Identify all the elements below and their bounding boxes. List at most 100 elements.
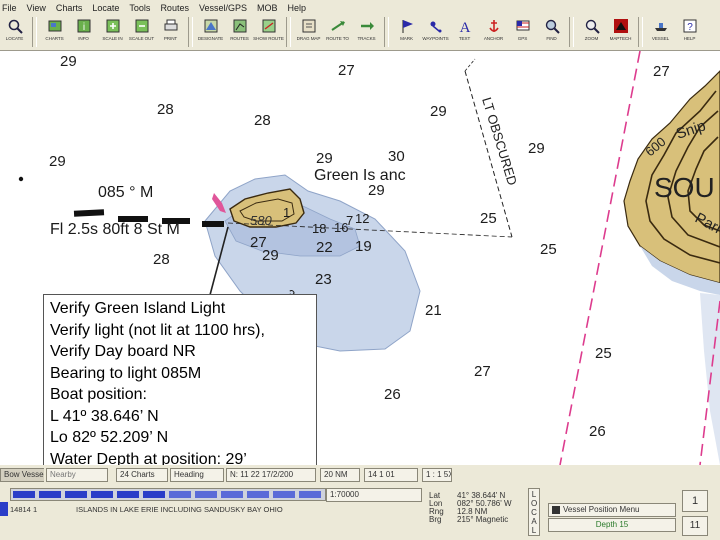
gps-flag-icon [516, 20, 529, 31]
depth-readout: Depth 15 [548, 518, 676, 532]
print-icon [164, 19, 177, 31]
menu-bar: File View Charts Locate Tools Routes Vessel/GP… [0, 0, 720, 17]
progress-segment [117, 491, 139, 498]
vessel-menu-label: Vessel Position Menu [563, 505, 640, 514]
help-icon: ? [683, 19, 696, 33]
scale-in-button[interactable]: SCALE IN [98, 16, 127, 48]
local-mode-indicator: LOCAL [528, 488, 540, 536]
toolbar-label: DRAG MAP [296, 36, 321, 41]
print-button[interactable]: PRINT [156, 16, 185, 48]
menu-item-tools[interactable]: Tools [124, 3, 155, 13]
tracks-button[interactable]: TRACKS [352, 16, 381, 48]
brg-label: Brg [429, 515, 442, 524]
brg-value: 215° Magnetic [457, 515, 509, 524]
toolbar-label: INFO [78, 36, 89, 41]
chart-scale: 1:70000 [326, 488, 422, 502]
heading-dropdown[interactable]: Heading [170, 467, 224, 482]
toolbar-label: HELP [683, 36, 696, 41]
find-button[interactable]: FIND [537, 16, 566, 48]
route-to-button[interactable]: ROUTE TO [323, 16, 352, 48]
sounding-label: 25 [595, 345, 612, 362]
toolbar-label: WAYPOINTS [422, 36, 449, 41]
menu-item-mob[interactable]: MOB [252, 3, 283, 13]
side-button-1[interactable]: 1 [682, 490, 708, 512]
toolbar-separator [32, 17, 37, 47]
scale-out-button[interactable]: SCALE OUT [127, 16, 156, 48]
toolbar-label: ROUTE TO [326, 36, 349, 41]
callout-line: Bearing to light 085M [50, 364, 202, 382]
help-button[interactable]: ? HELP [675, 16, 704, 48]
drag-map-button[interactable]: DRAG MAP [294, 16, 323, 48]
toolbar-separator [638, 17, 643, 47]
side-strip [0, 502, 8, 516]
sounding-label: 26 [589, 423, 606, 440]
sounding-label: 29 [368, 182, 385, 199]
menu-item-file[interactable]: File [0, 3, 22, 13]
info-icon: i [77, 19, 90, 33]
vessel-button[interactable]: VESSEL [646, 16, 675, 48]
show-route-button[interactable]: SHOW ROUTE [253, 16, 284, 48]
zoom-button[interactable]: ZOOM [577, 16, 606, 48]
locate-button[interactable]: LOCATE [0, 16, 29, 48]
gps-button[interactable]: GPS [508, 16, 537, 48]
anchor-button[interactable]: ANCHOR [479, 16, 508, 48]
zoom-icon [585, 19, 600, 34]
sounding-label: 23 [315, 271, 332, 288]
sounding-label: 29 [528, 140, 545, 157]
waypoints-button[interactable]: WAYPOINTS [421, 16, 450, 48]
text-button[interactable]: A TEXT [450, 16, 479, 48]
chart-name: ISLANDS IN LAKE ERIE INCLUDING SANDUSKY … [76, 505, 283, 514]
sounding-label: 28 [254, 112, 271, 129]
charts-icon [48, 20, 61, 32]
routes-button[interactable]: ROUTES [225, 16, 254, 48]
menu-item-help[interactable]: Help [283, 3, 312, 13]
toolbar-label: MARK [400, 36, 413, 41]
svg-text:?: ? [687, 22, 693, 33]
mark-button[interactable]: MARK [392, 16, 421, 48]
sounding-label: 26 [384, 386, 401, 403]
toolbar-separator [384, 17, 389, 47]
menu-item-routes[interactable]: Routes [155, 3, 194, 13]
maptech-button[interactable]: MAPTECH [606, 16, 635, 48]
annotation-callout: Verify Green Island Light Verify light (n… [43, 294, 317, 475]
menu-item-charts[interactable]: Charts [51, 3, 88, 13]
sounding-label: 29 [316, 150, 333, 167]
sounding-label: 27 [250, 234, 267, 251]
callout-line: Verify Green Island Light [50, 300, 226, 317]
sounding-label: 22 [316, 239, 333, 256]
info-button[interactable]: i INFO [69, 16, 98, 48]
sounding-label: 21 [425, 302, 442, 319]
vessel-icon [654, 23, 667, 31]
callout-line: Boat position: [50, 386, 147, 403]
range-14-button[interactable]: 14 1 01 [364, 467, 418, 482]
light-characteristic-label: Fl 2.5s 80ft 8 St M [50, 221, 180, 238]
toolbar-label: ZOOM [584, 36, 599, 41]
side-button-2[interactable]: 11 [682, 516, 708, 536]
toolbar-label: DESIGNATE [197, 36, 224, 41]
callout-line: L 41º 38.646’ N [50, 407, 159, 425]
drag-map-icon [302, 19, 315, 33]
toolbar-label: TRACKS [357, 36, 376, 41]
text-icon: A [459, 20, 470, 34]
charts-dropdown[interactable]: 24 Charts [116, 467, 168, 482]
progress-segment [13, 491, 35, 498]
range-20nm-button[interactable]: 20 NM [320, 467, 360, 482]
menu-item-vessel-gps[interactable]: Vessel/GPS [194, 3, 252, 13]
range-15x-button[interactable]: 1 : 1 5X [422, 467, 452, 482]
tab-bow-vessel[interactable]: Bow Vessel [0, 467, 44, 482]
menu-item-locate[interactable]: Locate [87, 3, 124, 13]
toolbar-separator [569, 17, 574, 47]
charts-button[interactable]: CHARTS [40, 16, 69, 48]
svg-text:i: i [82, 22, 84, 33]
vessel-menu-icon [552, 506, 560, 514]
zoom-in-icon [106, 19, 119, 33]
designate-button[interactable]: DESIGNATE [196, 16, 225, 48]
obscured-arc-top [464, 58, 476, 72]
progress-segment [39, 491, 61, 498]
toolbar-label: ROUTES [230, 36, 249, 41]
vessel-position-menu[interactable]: Vessel Position Menu [548, 503, 676, 517]
sounding-label: 29 [60, 53, 77, 70]
toolbar: LOCATE CHARTS i INFO SCALE IN SCALE OUT PRINT D… [0, 16, 720, 51]
tab-nearby[interactable]: Nearby [46, 467, 108, 482]
menu-item-view[interactable]: View [22, 3, 51, 13]
